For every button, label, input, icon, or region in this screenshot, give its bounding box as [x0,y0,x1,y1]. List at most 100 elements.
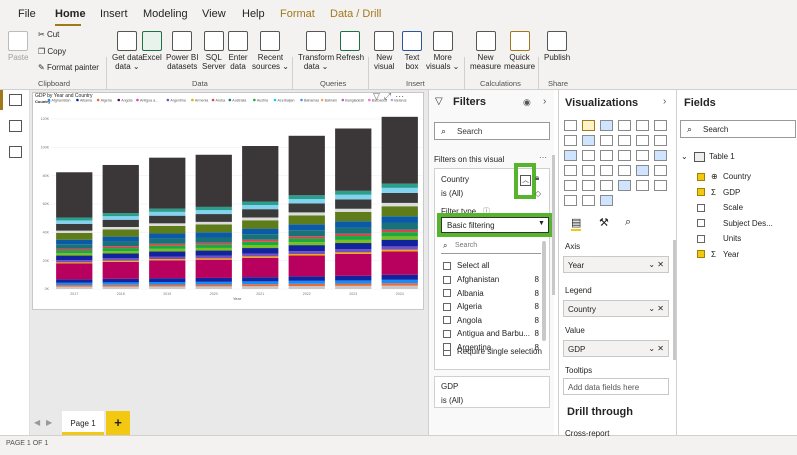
visual-type-icon[interactable] [582,150,595,161]
checkbox[interactable] [697,203,705,212]
visual-type-icon[interactable] [618,150,631,161]
menu-help[interactable]: Help [242,8,265,20]
checkbox[interactable] [697,172,705,181]
excel-button[interactable]: Excel [142,31,162,62]
collapse-chevron-icon[interactable]: › [543,96,546,107]
filter-item-row[interactable]: Angola 8 [443,316,539,325]
eraser-icon[interactable]: ◇ [535,189,541,198]
visual-type-icon[interactable] [600,120,613,131]
format-paint-roller-icon[interactable]: ⚒ [599,216,609,229]
publish-button[interactable]: Publish [544,31,570,62]
visual-type-icon[interactable] [636,120,649,131]
menu-data-drill[interactable]: Data / Drill [330,8,381,20]
visual-type-icon[interactable] [564,180,577,191]
checkbox[interactable] [443,289,451,298]
model-view-icon[interactable] [9,146,22,158]
visual-type-icon[interactable] [564,120,577,131]
refresh-button[interactable]: Refresh [336,31,364,62]
visual-type-icon[interactable] [618,120,631,131]
eye-icon[interactable]: ◉ [523,97,531,108]
get-data-button[interactable]: Get data data ⌄ [112,31,143,71]
sql-server-button[interactable]: SQL Server [202,31,226,71]
stacked-column-visual[interactable]: GDP by Year and Country Country ▽⤢⋯ Afgh… [32,91,424,310]
filters-scrollbar[interactable] [552,155,555,295]
select-all-row[interactable]: Select all [443,261,489,270]
checkbox[interactable] [697,234,705,243]
visual-type-icon[interactable] [618,180,631,191]
menu-view[interactable]: View [202,8,226,20]
visual-type-icon[interactable] [582,165,595,176]
visual-type-icon[interactable] [600,180,613,191]
visual-type-icon[interactable] [600,150,613,161]
visual-type-icon[interactable] [636,165,649,176]
checkbox[interactable] [443,316,451,325]
checkbox[interactable] [697,250,705,259]
visual-type-icon[interactable] [618,165,631,176]
filter-item-row[interactable]: Algeria 8 [443,302,539,311]
visual-type-icon[interactable] [600,135,613,146]
more-visuals-button[interactable]: More visuals ⌄ [426,31,459,71]
paste-button[interactable]: Paste [8,31,28,62]
legend-well[interactable]: Country ⌄ ✕ [563,300,669,317]
checkbox[interactable] [697,188,705,197]
chevron-up-icon[interactable]: ︿ [520,175,531,186]
visual-type-icon[interactable] [654,165,667,176]
tooltips-well[interactable]: Add data fields here [563,378,669,395]
field-row[interactable]: Σ GDP [697,188,740,197]
page-tab[interactable]: Page 1 [62,411,104,435]
report-view-icon[interactable] [9,94,22,106]
collapse-chevron-icon[interactable]: › [663,96,666,107]
menu-file[interactable]: File [18,8,36,20]
checkbox[interactable] [443,329,451,338]
menu-modeling[interactable]: Modeling [143,8,188,20]
visual-type-icon[interactable] [654,180,667,191]
new-visual-button[interactable]: New visual [374,31,394,71]
list-scrollbar[interactable] [542,241,546,341]
new-measure-button[interactable]: New measure [470,31,501,71]
checkbox[interactable] [443,275,451,284]
enter-data-button[interactable]: Enter data [228,31,248,71]
analytics-magnifier-icon[interactable]: ⌕ [625,216,631,229]
data-view-icon[interactable] [9,120,22,132]
visual-type-icon[interactable] [600,165,613,176]
filter-type-dropdown[interactable]: Basic filtering ▼ [441,217,549,233]
field-row[interactable]: Scale [697,203,743,212]
field-row[interactable]: Subject Des... [697,219,773,228]
field-row[interactable]: Σ Year [697,250,739,259]
gdp-filter-card[interactable]: GDP is (All) [434,376,550,408]
chevron-close-icon[interactable]: ⌄ ✕ [648,304,664,313]
cut-button[interactable]: ✂ Cut [38,30,59,39]
visual-type-icon[interactable] [564,150,577,161]
prev-page-arrow[interactable]: ◀ [34,418,40,427]
visual-type-icon[interactable] [636,150,649,161]
checkbox[interactable] [443,343,451,352]
visual-type-icon[interactable] [582,135,595,146]
visual-type-icon[interactable] [582,195,595,206]
expand-chevron-icon[interactable]: ⌄ [681,152,690,161]
checkbox[interactable] [443,302,451,311]
visual-type-icon[interactable] [564,165,577,176]
power-bi-datasets-button[interactable]: Power BI datasets [166,31,198,71]
quick-measure-button[interactable]: Quick measure [504,31,535,71]
visual-type-icon[interactable] [654,135,667,146]
visual-type-icon[interactable] [600,195,613,206]
fields-search-box[interactable]: ⌕ Search [680,120,796,138]
filters-search-box[interactable]: ⌕ Search [434,122,550,140]
checkbox[interactable] [697,219,705,228]
add-page-button[interactable]: + [106,411,130,435]
next-page-arrow[interactable]: ▶ [46,418,52,427]
visual-type-icon[interactable] [582,120,595,131]
lock-icon[interactable]: 🔒︎ [535,173,539,183]
field-row[interactable]: ⊕ Country [697,172,751,181]
visual-type-icon[interactable] [564,195,577,206]
axis-well[interactable]: Year ⌄ ✕ [563,256,669,273]
copy-button[interactable]: ❐ Copy [38,47,66,56]
visual-type-icon[interactable] [564,135,577,146]
filter-item-row[interactable]: Afghanistan 8 [443,275,539,284]
visual-type-icon[interactable] [618,135,631,146]
format-painter-button[interactable]: ✎ Format painter [38,63,99,72]
field-row[interactable]: Units [697,234,741,243]
more-options-icon[interactable]: ⋯ [539,153,547,162]
filter-item-row[interactable]: Antigua and Barbu... 8 [443,329,539,338]
chevron-close-icon[interactable]: ⌄ ✕ [648,344,664,353]
